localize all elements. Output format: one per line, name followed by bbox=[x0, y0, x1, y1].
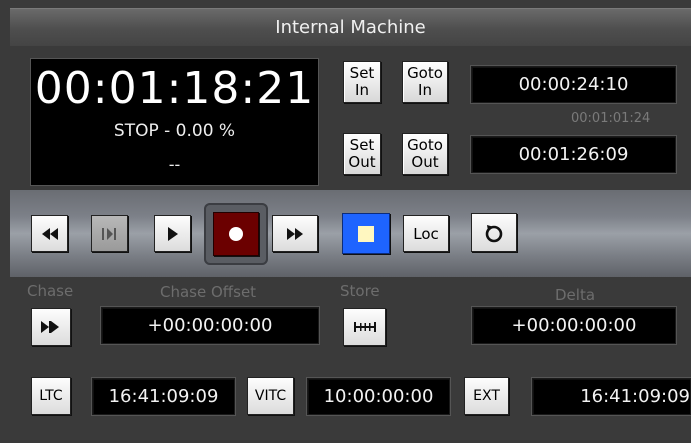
stop-button[interactable] bbox=[342, 213, 390, 254]
ext-button[interactable]: EXT bbox=[464, 377, 509, 415]
step-frame-button[interactable] bbox=[91, 215, 128, 252]
chase-offset-field[interactable]: +00:00:00:00 bbox=[101, 307, 319, 344]
duration-readout: 00:01:01:24 bbox=[571, 111, 651, 126]
chase-label: Chase bbox=[27, 282, 74, 300]
ext-timecode-value: 16:41:09:09 bbox=[580, 386, 690, 407]
step-frame-icon bbox=[101, 227, 119, 241]
locate-button[interactable]: Loc bbox=[403, 215, 449, 252]
out-point-field[interactable]: 00:01:26:09 bbox=[471, 136, 676, 173]
timecode-display: 00:01:18:21 STOP - 0.00 % -- bbox=[30, 58, 319, 186]
loop-icon bbox=[484, 223, 504, 243]
window-title: Internal Machine bbox=[10, 8, 691, 46]
delta-field[interactable]: +00:00:00:00 bbox=[472, 307, 676, 344]
rewind-button[interactable] bbox=[31, 215, 68, 252]
store-icon bbox=[353, 322, 377, 332]
fast-forward-button[interactable] bbox=[272, 215, 318, 252]
record-button[interactable] bbox=[213, 212, 259, 256]
rewind-icon bbox=[41, 227, 59, 240]
status-extra: -- bbox=[168, 155, 181, 174]
chase-icon bbox=[40, 321, 62, 333]
vitc-button[interactable]: VITC bbox=[247, 377, 294, 415]
fast-forward-icon bbox=[286, 227, 304, 240]
store-label: Store bbox=[340, 282, 380, 300]
goto-out-button[interactable]: Goto Out bbox=[402, 133, 448, 175]
goto-in-button[interactable]: Goto In bbox=[402, 61, 448, 103]
ltc-button[interactable]: LTC bbox=[31, 377, 71, 415]
transport-status: STOP - 0.00 % bbox=[113, 121, 236, 141]
play-icon bbox=[167, 226, 179, 241]
loop-button[interactable] bbox=[471, 213, 517, 252]
set-in-button[interactable]: Set In bbox=[343, 61, 381, 103]
stop-icon bbox=[358, 225, 374, 242]
play-button[interactable] bbox=[154, 215, 191, 252]
internal-machine-panel: Internal Machine 00:01:18:21 STOP - 0.00… bbox=[0, 0, 691, 443]
ltc-timecode-field[interactable]: 16:41:09:09 bbox=[92, 378, 235, 415]
set-out-button[interactable]: Set Out bbox=[343, 133, 381, 175]
chase-button[interactable] bbox=[31, 308, 71, 346]
record-icon bbox=[228, 226, 244, 242]
in-point-field[interactable]: 00:00:24:10 bbox=[471, 66, 676, 103]
current-timecode: 00:01:18:21 bbox=[34, 63, 315, 114]
delta-label: Delta bbox=[555, 286, 596, 304]
vitc-timecode-field[interactable]: 10:00:00:00 bbox=[307, 378, 450, 415]
ext-timecode-field[interactable]: 16:41:09:09 bbox=[532, 378, 691, 415]
chase-offset-label: Chase Offset bbox=[160, 283, 257, 301]
store-button[interactable] bbox=[343, 308, 386, 346]
